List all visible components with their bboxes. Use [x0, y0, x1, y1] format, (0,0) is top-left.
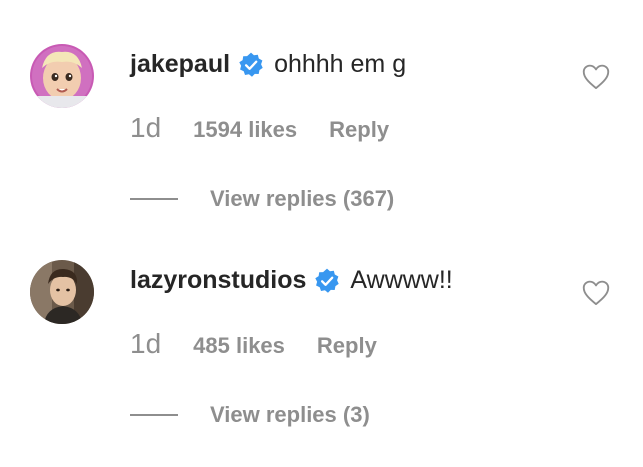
divider-line	[130, 198, 178, 200]
view-replies-button[interactable]: View replies (367)	[130, 186, 394, 212]
view-replies-label: View replies (367)	[210, 186, 395, 211]
verified-badge-icon	[238, 52, 264, 78]
heart-outline-icon	[582, 64, 610, 90]
avatar[interactable]	[30, 260, 94, 324]
comment-meta: 1d 1594 likes Reply	[130, 112, 389, 144]
comment-item: jakepaul ohhhh em g 1d 1594 likes Reply …	[0, 0, 643, 216]
comment-text: ohhhh em g	[274, 50, 407, 78]
profile-photo-avatar-icon	[30, 260, 94, 324]
like-button[interactable]	[582, 64, 610, 90]
divider-line	[130, 414, 178, 416]
memoji-avatar-icon	[30, 44, 94, 108]
comment-item: lazyronstudios Awwww!! 1d 485 likes Repl…	[0, 216, 643, 467]
heart-outline-icon	[582, 280, 610, 306]
comment-header: lazyronstudios Awwww!!	[130, 266, 453, 295]
avatar[interactable]	[30, 44, 94, 108]
comment-text: Awwww!!	[350, 266, 453, 294]
reply-button[interactable]: Reply	[329, 117, 389, 143]
comment-timestamp[interactable]: 1d	[130, 328, 161, 360]
username-link[interactable]: jakepaul	[130, 50, 230, 79]
view-replies-label: View replies (3)	[210, 402, 370, 427]
reply-button[interactable]: Reply	[317, 333, 377, 359]
comment-header: jakepaul ohhhh em g	[130, 50, 406, 79]
comment-meta: 1d 485 likes Reply	[130, 328, 377, 360]
like-button[interactable]	[582, 280, 610, 306]
likes-count[interactable]: 1594 likes	[193, 117, 297, 143]
username-link[interactable]: lazyronstudios	[130, 266, 306, 295]
comment-timestamp[interactable]: 1d	[130, 112, 161, 144]
likes-count[interactable]: 485 likes	[193, 333, 285, 359]
view-replies-button[interactable]: View replies (3)	[130, 402, 370, 428]
verified-badge-icon	[314, 268, 340, 294]
